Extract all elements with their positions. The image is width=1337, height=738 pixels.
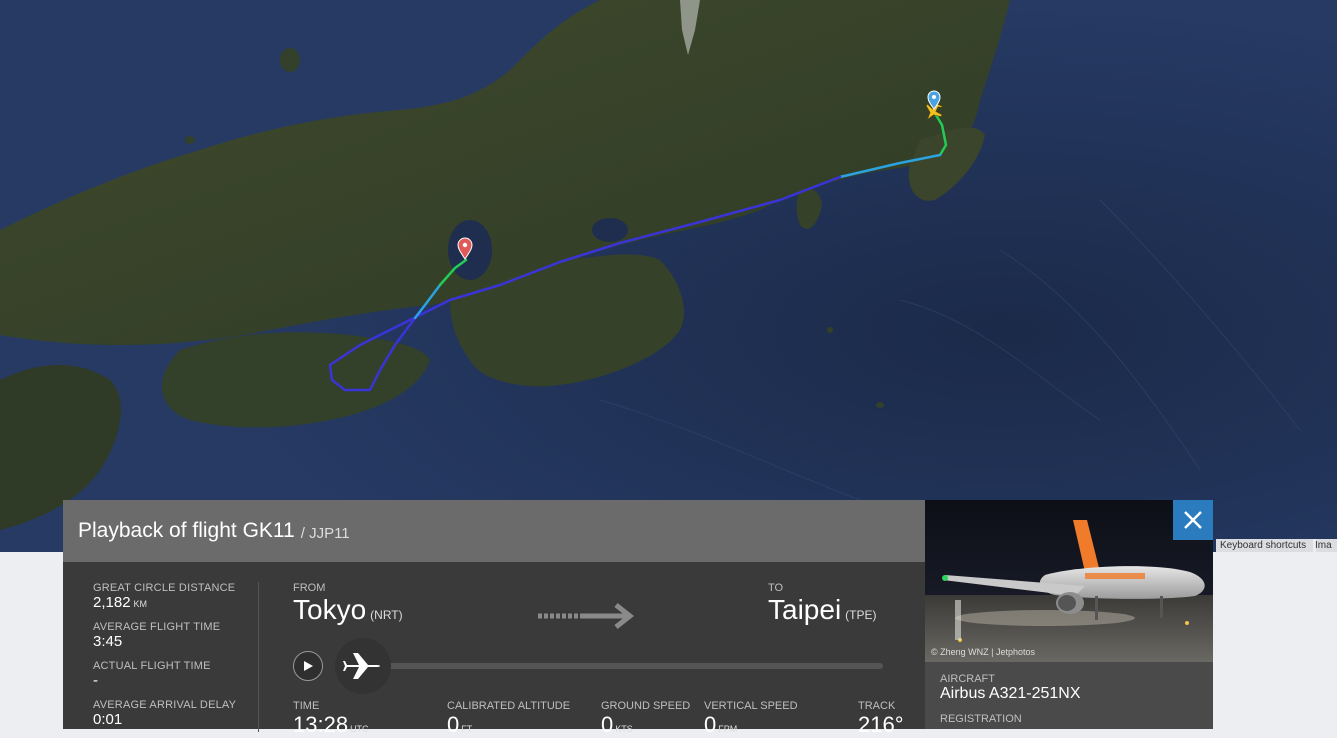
origin-block: FROM Tokyo (NRT) <box>293 582 403 626</box>
play-icon <box>304 661 313 671</box>
callsign-subtitle: / JJP11 <box>300 524 350 542</box>
playback-panel: Playback of flight GK11 / JJP11 GREAT CI… <box>63 500 925 737</box>
playback-title: Playback of flight GK11 <box>78 519 295 542</box>
playback-progress-track[interactable] <box>353 663 883 669</box>
route-arrow-icon <box>538 603 635 629</box>
playback-header: Playback of flight GK11 / JJP11 <box>63 500 925 562</box>
playback-scrubber-handle[interactable] <box>335 638 391 694</box>
destination-block: TO Taipei (TPE) <box>768 582 877 626</box>
destination-city[interactable]: Taipei <box>768 594 841 625</box>
avg-arrival-delay-value: 0:01 <box>93 711 123 728</box>
avg-arrival-delay-label: AVERAGE ARRIVAL DELAY <box>93 699 237 711</box>
imagery-attribution[interactable]: Ima <box>1313 539 1337 552</box>
airplane-icon <box>343 653 380 679</box>
vertical-speed-metric: VERTICAL SPEED 0 FPM <box>704 700 798 737</box>
map-view[interactable] <box>0 0 1337 552</box>
photo-credit[interactable]: © Zheng WNZ | Jetphotos <box>931 647 1035 657</box>
from-label: FROM <box>293 582 326 594</box>
panel-divider <box>258 582 259 732</box>
flight-stats: GREAT CIRCLE DISTANCE 2,182 KM AVERAGE FL… <box>93 582 258 738</box>
avg-flight-time-label: AVERAGE FLIGHT TIME <box>93 621 221 633</box>
altitude-metric: CALIBRATED ALTITUDE 0 FT <box>447 700 571 737</box>
avg-flight-time-value: 3:45 <box>93 633 123 650</box>
route-info: FROM Tokyo (NRT) TO Taipei (TPE) <box>293 582 893 632</box>
satellite-map <box>0 0 1337 552</box>
aircraft-model: Airbus A321-251NX <box>940 685 1081 702</box>
close-icon <box>1184 511 1202 529</box>
aircraft-panel: © Zheng WNZ | Jetphotos AIRCRAFT Airbus … <box>925 500 1213 729</box>
actual-flight-time-value: - <box>93 672 98 689</box>
to-label: TO <box>768 582 784 594</box>
aircraft-label: AIRCRAFT <box>940 673 995 685</box>
time-metric: TIME 13:28 UTC <box>293 700 369 737</box>
play-button[interactable] <box>293 651 323 681</box>
registration-label: REGISTRATION <box>940 713 1022 725</box>
origin-city[interactable]: Tokyo <box>293 594 366 625</box>
aircraft-photo[interactable] <box>925 500 1213 662</box>
track-metric: TRACK 216° <box>858 700 904 737</box>
close-button[interactable] <box>1173 500 1213 540</box>
destination-code: (TPE) <box>845 608 877 622</box>
great-circle-value: 2,182 KM <box>93 594 148 611</box>
aircraft-info: AIRCRAFT Airbus A321-251NX REGISTRATION <box>940 673 1081 725</box>
great-circle-label: GREAT CIRCLE DISTANCE <box>93 582 236 594</box>
ground-speed-metric: GROUND SPEED 0 KTS <box>601 700 691 737</box>
actual-flight-time-label: ACTUAL FLIGHT TIME <box>93 660 211 672</box>
origin-code: (NRT) <box>370 608 403 622</box>
keyboard-shortcuts-link[interactable]: Keyboard shortcuts <box>1216 539 1316 552</box>
